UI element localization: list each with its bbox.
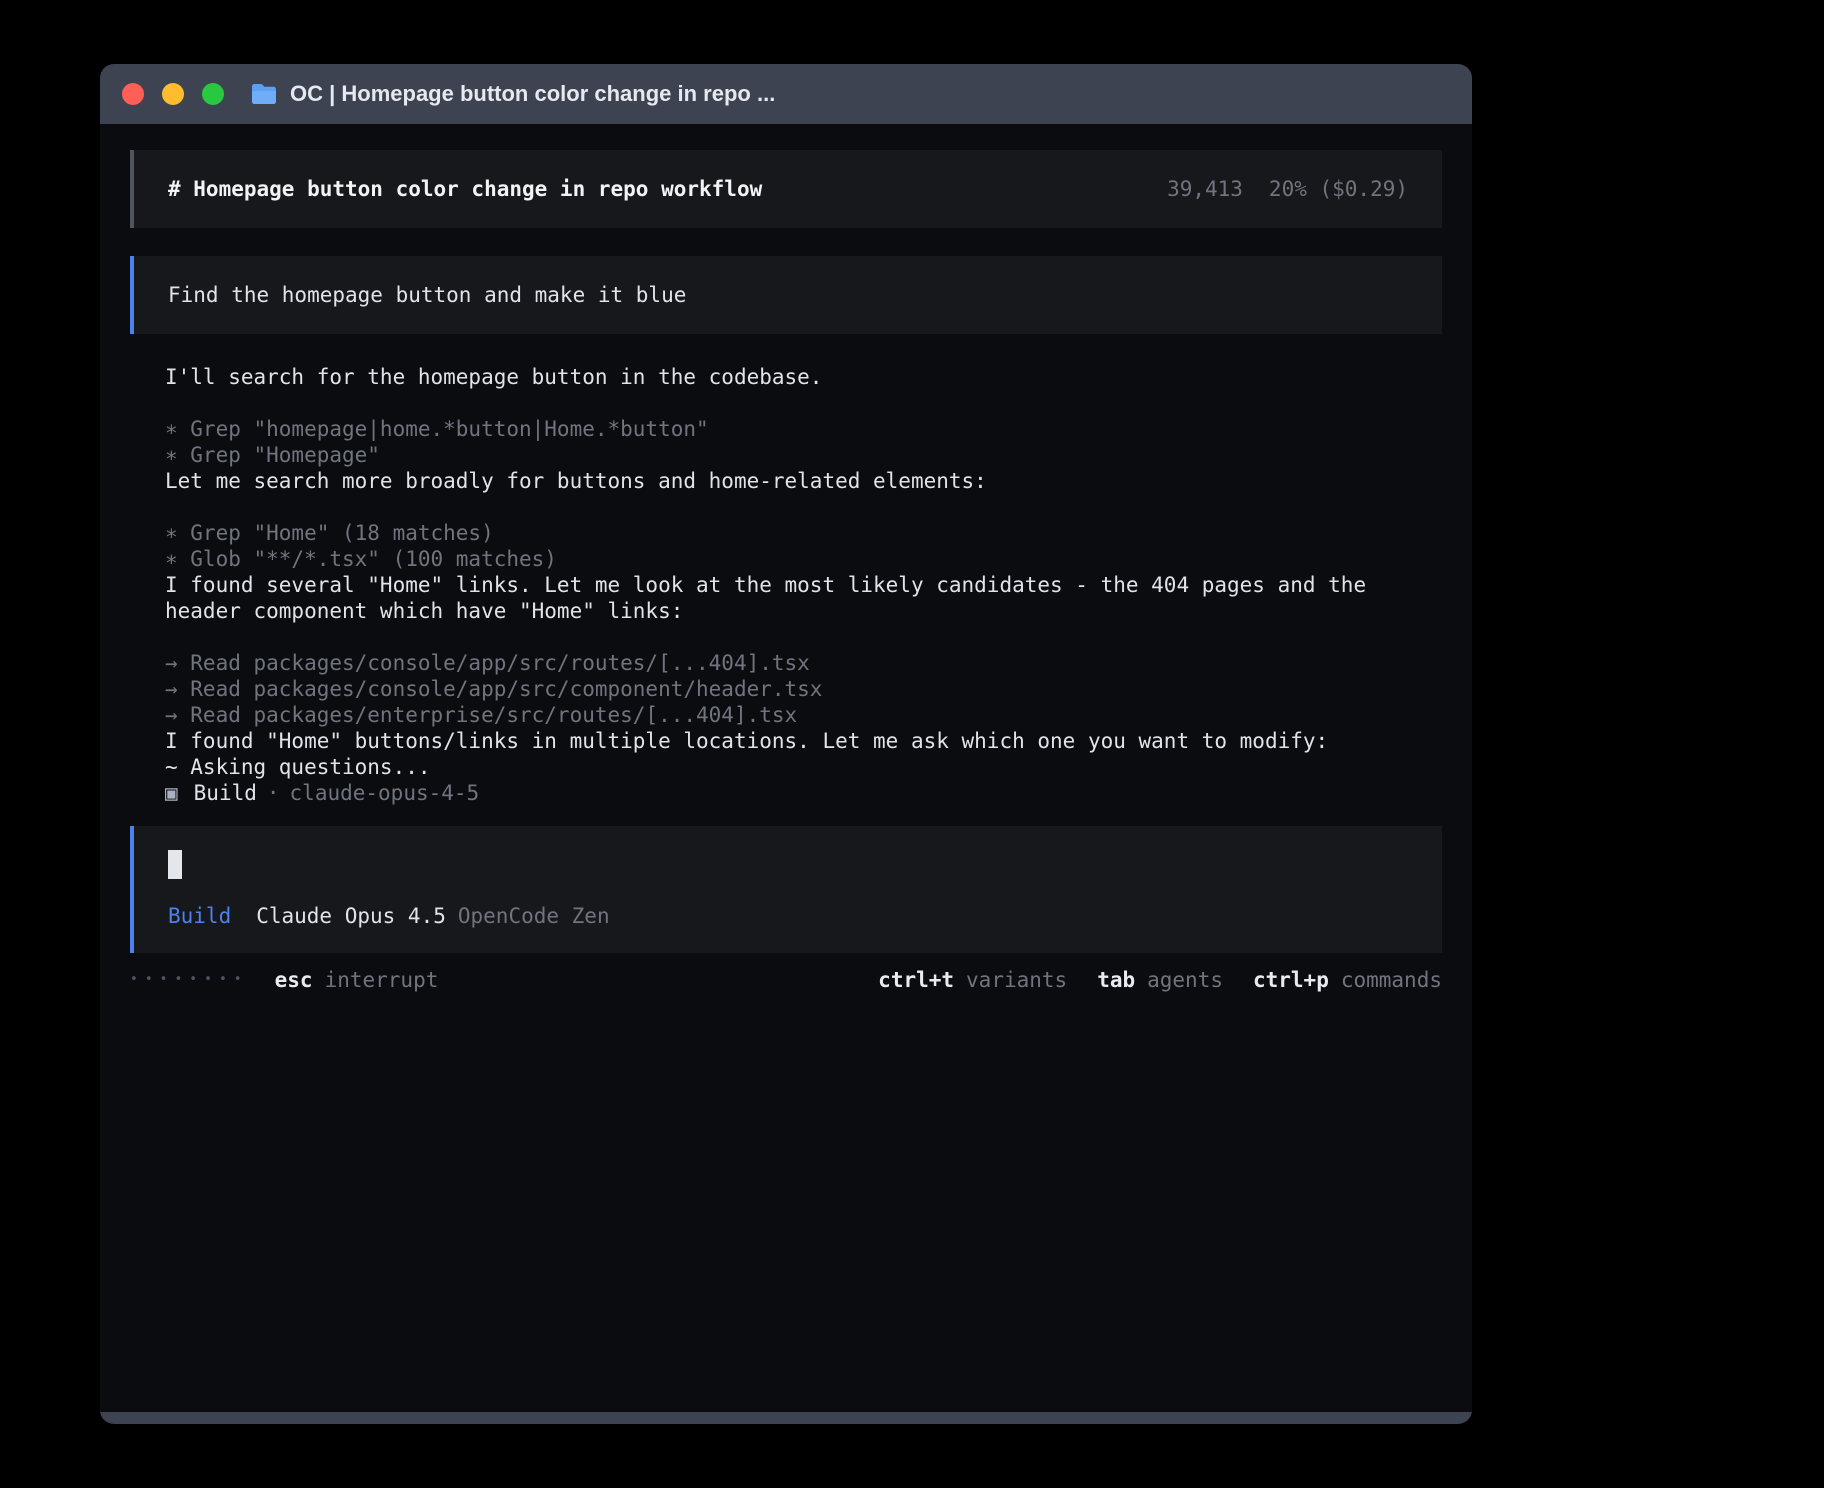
agent-name: Build <box>194 781 257 805</box>
keyhint-variants: ctrl+t variants <box>878 967 1067 993</box>
close-button[interactable] <box>122 83 144 105</box>
keyhint-key: tab <box>1097 967 1135 993</box>
assistant-text: I found "Home" buttons/links in multiple… <box>165 728 1440 754</box>
token-count: 39,413 <box>1167 176 1243 202</box>
tool-call-grep: ∗ Grep "Homepage" <box>165 442 1440 468</box>
keyhint-key: ctrl+p <box>1253 967 1329 993</box>
agent-status-line: ▣ Build · claude-opus-4-5 <box>165 780 1440 806</box>
keyhint-label: agents <box>1147 967 1223 993</box>
keyhint-label: interrupt <box>325 967 439 993</box>
folder-icon <box>250 83 278 105</box>
keyhint-label: commands <box>1341 967 1442 993</box>
status-bar: •••••••• esc interrupt ctrl+t variants t… <box>130 967 1442 993</box>
spinner-dots: •••••••• <box>130 967 249 993</box>
input-status-line: Build Claude Opus 4.5 OpenCode Zen <box>168 903 1408 929</box>
agent-mode-label: Build <box>168 904 231 928</box>
tool-call-grep: ∗ Grep "homepage|home.*button|Home.*butt… <box>165 416 1440 442</box>
tool-call-read: → Read packages/console/app/src/routes/[… <box>165 650 1440 676</box>
keyhint-interrupt: esc interrupt <box>275 967 439 993</box>
terminal-window: OC | Homepage button color change in rep… <box>100 64 1472 1424</box>
keyhint-label: variants <box>966 967 1067 993</box>
tool-call-glob: ∗ Glob "**/*.tsx" (100 matches) <box>165 546 1440 572</box>
tool-call-group: ∗ Grep "homepage|home.*button|Home.*butt… <box>165 416 1440 468</box>
session-stats: 39,413 20% ($0.29) <box>1167 176 1408 202</box>
status-bar-left: •••••••• esc interrupt <box>130 967 438 993</box>
session-header: # Homepage button color change in repo w… <box>130 150 1442 228</box>
status-bar-right: ctrl+t variants tab agents ctrl+p comman… <box>878 967 1442 993</box>
tool-call-read: → Read packages/console/app/src/componen… <box>165 676 1440 702</box>
agent-model: claude-opus-4-5 <box>290 781 480 805</box>
tool-call-group: → Read packages/console/app/src/routes/[… <box>165 650 1440 728</box>
titlebar[interactable]: OC | Homepage button color change in rep… <box>100 64 1472 124</box>
assistant-text: I'll search for the homepage button in t… <box>165 364 1440 390</box>
provider-name: OpenCode Zen <box>458 904 610 928</box>
model-name: Claude Opus 4.5 <box>256 904 446 928</box>
tool-call-grep: ∗ Grep "Home" (18 matches) <box>165 520 1440 546</box>
user-message: Find the homepage button and make it blu… <box>130 256 1442 334</box>
zoom-button[interactable] <box>202 83 224 105</box>
conversation: I'll search for the homepage button in t… <box>130 364 1442 806</box>
assistant-text: I found several "Home" links. Let me loo… <box>165 572 1440 624</box>
minimize-button[interactable] <box>162 83 184 105</box>
user-message-text: Find the homepage button and make it blu… <box>168 283 686 307</box>
context-usage: 20% ($0.29) <box>1269 176 1408 202</box>
keyhint-key: ctrl+t <box>878 967 954 993</box>
keyhint-key: esc <box>275 967 313 993</box>
assistant-text: Let me search more broadly for buttons a… <box>165 468 1440 494</box>
keyhint-agents: tab agents <box>1097 967 1223 993</box>
build-agent-icon: ▣ <box>165 781 178 805</box>
assistant-status-text: ~ Asking questions... <box>165 754 1440 780</box>
terminal-content: # Homepage button color change in repo w… <box>100 124 1472 1412</box>
prompt-input[interactable]: Build Claude Opus 4.5 OpenCode Zen <box>130 826 1442 953</box>
session-title: # Homepage button color change in repo w… <box>168 176 762 202</box>
agent-separator: · <box>267 781 280 805</box>
window-title: OC | Homepage button color change in rep… <box>290 81 775 107</box>
tool-call-read: → Read packages/enterprise/src/routes/[.… <box>165 702 1440 728</box>
tool-call-group: ∗ Grep "Home" (18 matches) ∗ Glob "**/*.… <box>165 520 1440 572</box>
keyhint-commands: ctrl+p commands <box>1253 967 1442 993</box>
text-cursor <box>168 850 182 879</box>
